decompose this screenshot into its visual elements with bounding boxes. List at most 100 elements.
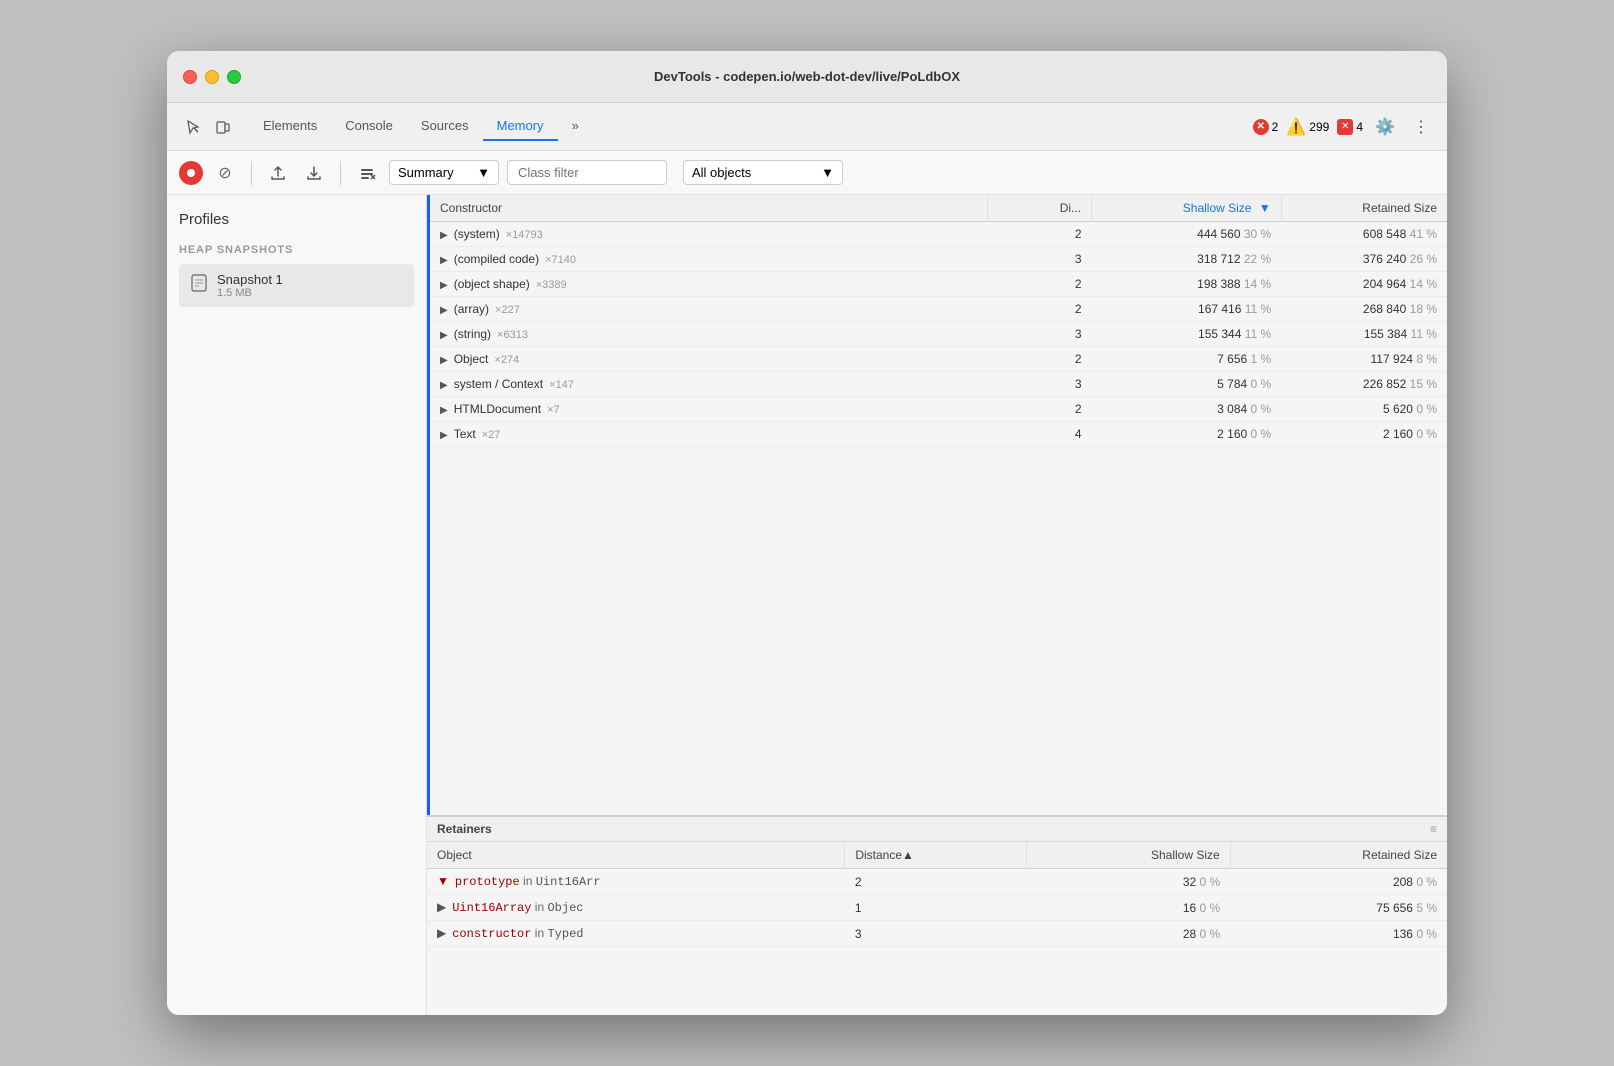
all-objects-arrow-icon: ▼: [821, 165, 834, 180]
retainers-header: Retainers ≡: [427, 817, 1447, 842]
tab-elements[interactable]: Elements: [249, 112, 331, 141]
upload-icon[interactable]: [264, 159, 292, 187]
clear-icon[interactable]: [353, 159, 381, 187]
retainer-expand-icon[interactable]: ▶: [437, 926, 446, 940]
retainer-expand-icon[interactable]: ▶: [437, 900, 446, 914]
retainers-menu-icon[interactable]: ≡: [1430, 822, 1437, 836]
expand-arrow[interactable]: ▶: [440, 230, 448, 241]
tab-memory[interactable]: Memory: [483, 112, 558, 141]
device-icon[interactable]: [209, 113, 237, 141]
count-label: ×7140: [545, 254, 576, 266]
retained-size-cell: 2 160 0 %: [1281, 422, 1447, 447]
constructor-name: Object: [454, 352, 489, 366]
retainer-row[interactable]: ▶constructor in Typed328 0 %136 0 %: [427, 921, 1447, 947]
retainer-retained-cell: 136 0 %: [1230, 921, 1447, 947]
profiles-title: Profiles: [179, 211, 414, 228]
retainer-row[interactable]: ▼prototype in Uint16Arr232 0 %208 0 %: [427, 869, 1447, 895]
distance-cell: 2: [987, 272, 1091, 297]
rth-retained[interactable]: Retained Size: [1230, 842, 1447, 869]
heap-table-container[interactable]: Constructor Di... Shallow Size ▼ Retaine…: [427, 195, 1447, 815]
shallow-size-cell: 5 784 0 %: [1092, 372, 1282, 397]
retainer-expand-icon[interactable]: ▼: [437, 874, 449, 888]
distance-cell: 2: [987, 222, 1091, 247]
distance-cell: 4: [987, 422, 1091, 447]
table-row[interactable]: ▶(string)×63133155 344 11 %155 384 11 %: [430, 322, 1447, 347]
expand-arrow[interactable]: ▶: [440, 305, 448, 316]
retainer-retained-cell: 75 656 5 %: [1230, 895, 1447, 921]
retainer-parent-name: Typed: [547, 927, 583, 941]
cursor-icon[interactable]: [179, 113, 207, 141]
more-menu-icon[interactable]: ⋮: [1407, 113, 1435, 141]
traffic-lights: [183, 70, 241, 84]
table-row[interactable]: ▶(array)×2272167 416 11 %268 840 18 %: [430, 297, 1447, 322]
main-panel: Constructor Di... Shallow Size ▼ Retaine…: [427, 195, 1447, 1015]
square-error-icon: ✕: [1337, 119, 1353, 135]
expand-arrow[interactable]: ▶: [440, 355, 448, 366]
retained-size-cell: 608 548 41 %: [1281, 222, 1447, 247]
tab-bar: Elements Console Sources Memory »: [249, 112, 1249, 141]
table-row[interactable]: ▶(system)×147932444 560 30 %608 548 41 %: [430, 222, 1447, 247]
table-row[interactable]: ▶HTMLDocument×723 084 0 %5 620 0 %: [430, 397, 1447, 422]
stop-icon[interactable]: ⊘: [211, 159, 239, 187]
download-icon[interactable]: [300, 159, 328, 187]
tab-console[interactable]: Console: [331, 112, 407, 141]
shallow-size-cell: 7 656 1 %: [1092, 347, 1282, 372]
distance-cell: 2: [987, 397, 1091, 422]
retainer-object-cell: ▼prototype in Uint16Arr: [427, 869, 845, 895]
table-row[interactable]: ▶Text×2742 160 0 %2 160 0 %: [430, 422, 1447, 447]
warning-badge: ⚠️ 299: [1286, 117, 1329, 137]
toolbar-right: ✕ 2 ⚠️ 299 ✕ 4 ⚙️ ⋮: [1253, 113, 1435, 141]
dropdown-arrow-icon: ▼: [477, 165, 490, 180]
all-objects-dropdown[interactable]: All objects ▼: [683, 160, 843, 185]
retainer-shallow-cell: 28 0 %: [1026, 921, 1230, 947]
class-filter-input[interactable]: [507, 160, 667, 185]
tab-sources[interactable]: Sources: [407, 112, 483, 141]
retainer-row[interactable]: ▶Uint16Array in Objec116 0 %75 656 5 %: [427, 895, 1447, 921]
rth-object[interactable]: Object: [427, 842, 845, 869]
snapshot-name: Snapshot 1: [217, 272, 404, 287]
tab-more[interactable]: »: [558, 112, 593, 141]
retainer-parent-name: Uint16Arr: [536, 875, 601, 889]
retainer-shallow-cell: 16 0 %: [1026, 895, 1230, 921]
maximize-button[interactable]: [227, 70, 241, 84]
constructor-name: (string): [454, 327, 491, 341]
table-header-row: Constructor Di... Shallow Size ▼ Retaine…: [430, 195, 1447, 222]
table-row[interactable]: ▶system / Context×14735 784 0 %226 852 1…: [430, 372, 1447, 397]
expand-arrow[interactable]: ▶: [440, 380, 448, 391]
square-badge: ✕ 4: [1337, 119, 1363, 135]
expand-arrow[interactable]: ▶: [440, 255, 448, 266]
retainers-section: Retainers ≡ Object Distance▲ Shallow Siz…: [427, 815, 1447, 1015]
summary-dropdown[interactable]: Summary ▼: [389, 160, 499, 185]
main-toolbar: Elements Console Sources Memory » ✕ 2 ⚠️…: [167, 103, 1447, 151]
retainer-object-name: prototype: [455, 875, 520, 889]
table-row[interactable]: ▶(object shape)×33892198 388 14 %204 964…: [430, 272, 1447, 297]
shallow-size-cell: 155 344 11 %: [1092, 322, 1282, 347]
title-bar: DevTools - codepen.io/web-dot-dev/live/P…: [167, 51, 1447, 103]
panel-wrapper: Constructor Di... Shallow Size ▼ Retaine…: [427, 195, 1447, 1015]
expand-arrow[interactable]: ▶: [440, 405, 448, 416]
in-text: in: [535, 926, 544, 940]
rth-distance[interactable]: Distance▲: [845, 842, 1026, 869]
rth-shallow[interactable]: Shallow Size: [1026, 842, 1230, 869]
th-distance[interactable]: Di...: [987, 195, 1091, 222]
snapshot-info: Snapshot 1 1.5 MB: [217, 272, 404, 299]
th-constructor[interactable]: Constructor: [430, 195, 987, 222]
table-row[interactable]: ▶(compiled code)×71403318 712 22 %376 24…: [430, 247, 1447, 272]
expand-arrow[interactable]: ▶: [440, 330, 448, 341]
retainer-distance-cell: 3: [845, 921, 1026, 947]
table-row[interactable]: ▶Object×27427 656 1 %117 924 8 %: [430, 347, 1447, 372]
constructor-name: Text: [454, 427, 476, 441]
settings-icon[interactable]: ⚙️: [1371, 113, 1399, 141]
expand-arrow[interactable]: ▶: [440, 280, 448, 291]
retainer-distance-cell: 2: [845, 869, 1026, 895]
th-retained-size[interactable]: Retained Size: [1281, 195, 1447, 222]
count-label: ×147: [549, 379, 574, 391]
minimize-button[interactable]: [205, 70, 219, 84]
snapshot-item[interactable]: Snapshot 1 1.5 MB: [179, 264, 414, 307]
devtools-window: DevTools - codepen.io/web-dot-dev/live/P…: [167, 51, 1447, 1015]
memory-toolbar: ⊘ Summary ▼: [167, 151, 1447, 195]
th-shallow-size[interactable]: Shallow Size ▼: [1092, 195, 1282, 222]
record-button[interactable]: [179, 161, 203, 185]
expand-arrow[interactable]: ▶: [440, 430, 448, 441]
close-button[interactable]: [183, 70, 197, 84]
